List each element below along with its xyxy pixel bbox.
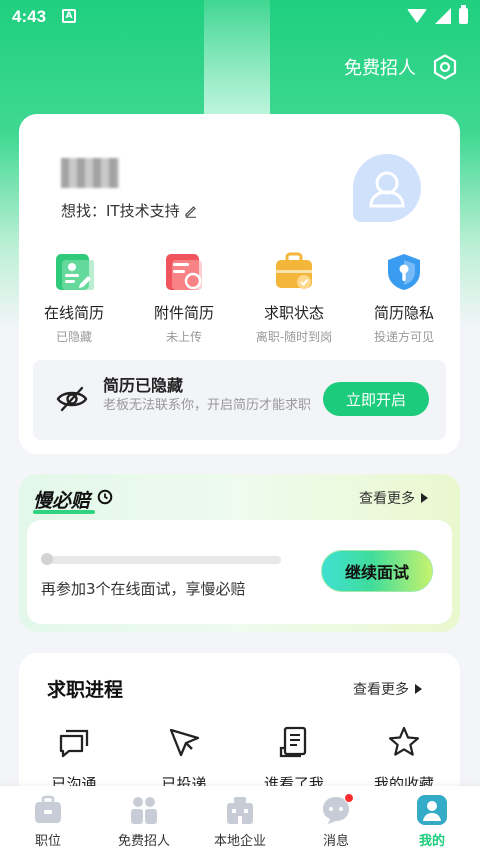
- slow-card-more-link[interactable]: 查看更多: [359, 488, 428, 508]
- quick-job-status[interactable]: 求职状态 离职-随时到岗: [239, 252, 349, 345]
- avatar[interactable]: [353, 154, 421, 222]
- progress-item-favorites[interactable]: 我的收藏: [349, 725, 459, 794]
- arrow-right-icon: [421, 493, 428, 503]
- people-icon: [131, 797, 157, 824]
- progress-item-communicated[interactable]: 已沟通: [19, 725, 129, 794]
- job-progress-more-link[interactable]: 查看更多: [353, 679, 422, 699]
- slow-compensation-card: 慢必赔 查看更多 再参加3个在线面试，享慢必赔 继续面试: [19, 474, 460, 632]
- document-icon: [279, 726, 307, 758]
- job-progress-items: 已沟通 已投递 谁看了我 我的收藏: [19, 725, 460, 794]
- quick-sub: 已隐藏: [55, 330, 92, 344]
- resume-hidden-notice: 简历已隐藏 老板无法联系你，开启简历才能求职 立即开启: [33, 360, 446, 440]
- seeking-position[interactable]: 想找：IT技术支持: [61, 200, 198, 221]
- quick-sub: 离职-随时到岗: [255, 330, 333, 344]
- status-bar: 4:43 A: [0, 0, 480, 34]
- settings-icon[interactable]: [432, 54, 458, 80]
- nav-label: 职位: [34, 834, 61, 849]
- notice-title: 简历已隐藏: [103, 376, 184, 395]
- nav-item-jobs[interactable]: 职位: [0, 786, 96, 853]
- nav-label: 消息: [322, 834, 349, 849]
- slow-card-body: 再参加3个在线面试，享慢必赔 继续面试: [27, 520, 452, 624]
- job-status-icon: [274, 252, 314, 292]
- progress-item-delivered[interactable]: 已投递: [129, 725, 239, 794]
- slow-card-title: 慢必赔: [33, 490, 91, 512]
- notice-description: 老板无法联系你，开启简历才能求职: [103, 398, 312, 413]
- profile-card: 想找：IT技术支持 在线简历 已隐藏 附件简历 未上传 求职状态 离职-随时到岗…: [19, 114, 460, 454]
- quick-label: 在线简历: [43, 304, 104, 322]
- chat-icon: [59, 729, 89, 758]
- user-name-blurred: [61, 158, 119, 188]
- quick-label: 求职状态: [263, 304, 324, 322]
- wifi-icon: [407, 9, 427, 23]
- notification-icon: A: [62, 9, 76, 23]
- job-progress-title: 求职进程: [47, 679, 124, 701]
- quick-attachment-resume[interactable]: 附件简历 未上传: [129, 252, 239, 345]
- progress-handle: [41, 553, 53, 565]
- send-icon: [169, 728, 200, 757]
- quick-sub: 投递方可见: [373, 330, 434, 344]
- nav-item-free-recruit[interactable]: 免费招人: [96, 786, 192, 853]
- status-icons: [407, 5, 468, 24]
- seeking-label: 想找：IT技术支持: [61, 202, 180, 220]
- title-underline: [33, 510, 95, 514]
- nav-item-messages[interactable]: 消息: [288, 786, 384, 853]
- online-resume-icon: [54, 252, 95, 292]
- user-avatar-icon: [369, 171, 405, 208]
- star-icon: [388, 726, 420, 756]
- free-recruit-link[interactable]: 免费招人: [344, 54, 416, 80]
- header-actions: 免费招人: [344, 54, 458, 80]
- nav-label: 免费招人: [117, 834, 170, 849]
- quick-online-resume[interactable]: 在线简历 已隐藏: [19, 252, 129, 345]
- clock-icon: [97, 489, 113, 505]
- nav-label: 本地企业: [213, 834, 266, 849]
- privacy-shield-icon: [384, 252, 424, 292]
- interview-progress-bar: [41, 553, 281, 565]
- enable-resume-button[interactable]: 立即开启: [323, 382, 429, 416]
- quick-sub: 未上传: [165, 330, 202, 344]
- quick-actions: 在线简历 已隐藏 附件简历 未上传 求职状态 离职-随时到岗 简历隐私 投递方可…: [19, 252, 460, 345]
- unread-badge: [344, 793, 354, 803]
- eye-off-icon: [56, 386, 88, 412]
- battery-icon: [459, 5, 468, 24]
- slow-card-text: 再参加3个在线面试，享慢必赔: [41, 580, 246, 598]
- continue-interview-button[interactable]: 继续面试: [321, 550, 433, 592]
- briefcase-icon: [35, 795, 61, 823]
- progress-item-who-viewed[interactable]: 谁看了我: [239, 725, 349, 794]
- nav-label: 我的: [418, 834, 445, 849]
- attachment-resume-icon: [164, 252, 204, 292]
- signal-icon: [435, 8, 451, 24]
- nav-item-local-companies[interactable]: 本地企业: [192, 786, 288, 853]
- status-time: 4:43: [12, 7, 47, 26]
- quick-label: 附件简历: [153, 304, 214, 322]
- quick-resume-privacy[interactable]: 简历隐私 投递方可见: [349, 252, 459, 345]
- bottom-navigation: 职位 免费招人 本地企业 消息 我的: [0, 786, 480, 853]
- building-icon: [227, 797, 253, 824]
- more-label: 查看更多: [359, 491, 415, 507]
- more-label: 查看更多: [353, 682, 409, 698]
- nav-item-mine[interactable]: 我的: [384, 786, 480, 853]
- quick-label: 简历隐私: [373, 304, 434, 322]
- user-profile-icon: [417, 795, 447, 825]
- arrow-right-icon: [415, 684, 422, 694]
- edit-pencil-icon: [184, 205, 196, 218]
